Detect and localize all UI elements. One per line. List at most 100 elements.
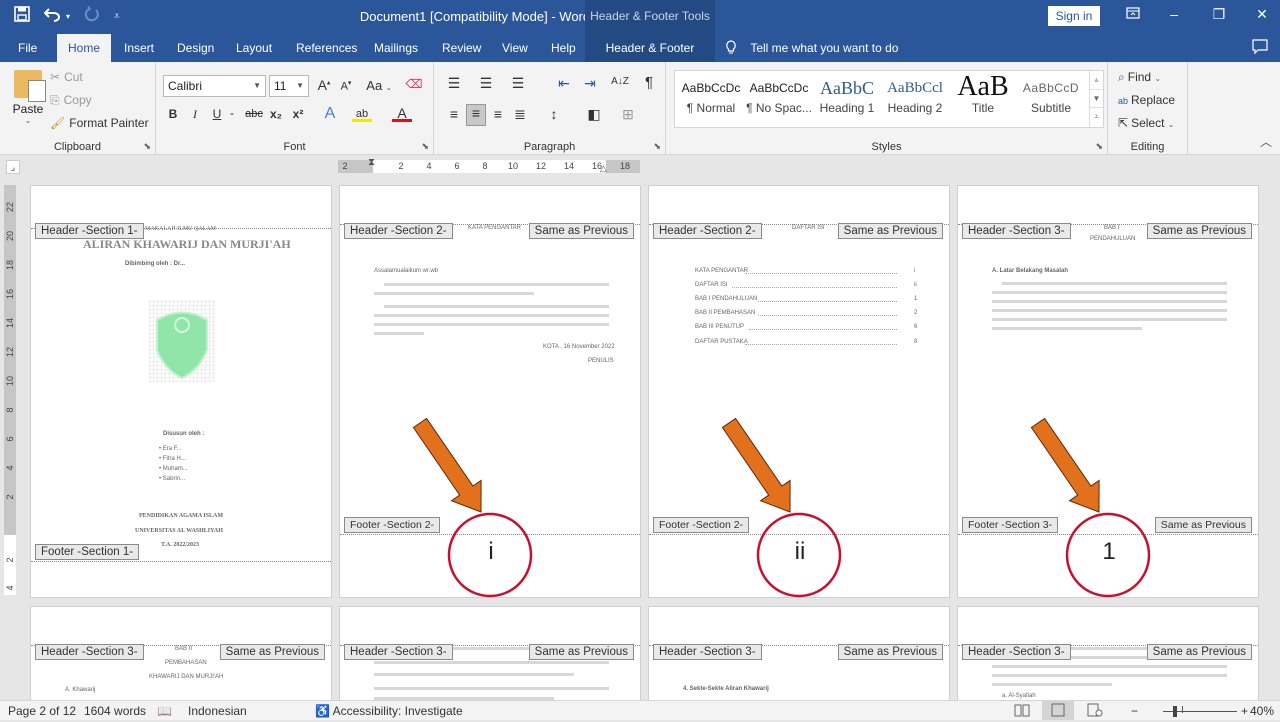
font-launcher-icon[interactable]: ⬊ <box>421 141 429 152</box>
vertical-ruler[interactable]: 22 20 18 16 14 12 10 8 6 4 2 2 4 <box>4 185 16 595</box>
decrease-indent-icon[interactable]: ⇤ <box>554 75 574 92</box>
zoom-slider-thumb[interactable] <box>1173 706 1178 717</box>
styles-launcher-icon[interactable]: ⬊ <box>1095 141 1103 152</box>
clear-formatting-icon[interactable]: ⌫ <box>404 77 424 91</box>
page-3[interactable]: Header -Section 2- Same as Previous DAFT… <box>648 185 950 598</box>
gallery-scroll-down-icon[interactable]: ▼ <box>1090 90 1103 109</box>
page-4[interactable]: Header -Section 3- Same as Previous BAB … <box>957 185 1259 598</box>
shading-icon[interactable]: ◧ <box>584 106 604 123</box>
highlight-color-icon[interactable]: ab <box>352 106 372 122</box>
increase-indent-icon[interactable]: ⇥ <box>580 75 600 92</box>
show-formatting-icon[interactable]: ¶ <box>639 74 659 91</box>
read-mode-icon[interactable] <box>1014 703 1030 720</box>
subscript-button[interactable]: x₂ <box>266 107 286 121</box>
accessibility-status[interactable]: ♿ Accessibility: Investigate <box>315 704 463 718</box>
style-no-spacing[interactable]: AaBbCcDc ¶ No Spac... <box>745 71 813 127</box>
page-2[interactable]: Header -Section 2- Same as Previous KATA… <box>339 185 641 598</box>
tell-me-search[interactable]: Tell me what you want to do <box>725 34 898 62</box>
tab-mailings[interactable]: Mailings <box>366 34 426 62</box>
print-layout-button[interactable] <box>1042 701 1074 720</box>
tab-home[interactable]: Home <box>57 34 111 62</box>
justify-icon[interactable]: ≣ <box>510 106 530 123</box>
style-heading-1[interactable]: AaBbC Heading 1 <box>813 71 881 127</box>
page-number[interactable]: ii <box>770 538 830 566</box>
toc-entry[interactable]: DAFTAR ISI <box>695 282 728 288</box>
borders-icon[interactable]: ⊞ <box>618 106 638 123</box>
change-case-button[interactable]: Aa ⌄ <box>363 78 395 93</box>
toc-entry[interactable]: BAB II PEMBAHASAN <box>695 310 755 316</box>
clipboard-launcher-icon[interactable]: ⬊ <box>143 141 151 152</box>
text-effects-icon[interactable]: A <box>320 105 340 123</box>
style-heading-2[interactable]: AaBbCcl Heading 2 <box>881 71 949 127</box>
proofing-icon[interactable]: 📖 <box>157 704 172 718</box>
collapse-ribbon-icon[interactable]: ︿ <box>1260 133 1272 150</box>
page-8[interactable]: a. Al-Syafiah Header -Section 3- Same as… <box>957 606 1259 706</box>
restore-button[interactable]: ❐ <box>1207 6 1231 23</box>
font-color-icon[interactable]: A <box>392 105 412 122</box>
close-button[interactable]: ✕ <box>1250 6 1274 23</box>
ribbon-display-options-icon[interactable] <box>1121 6 1145 22</box>
language-status[interactable]: Indonesian <box>188 704 247 718</box>
font-name-select[interactable]: Calibri ▼ <box>163 75 266 97</box>
page-number[interactable]: i <box>461 538 521 566</box>
select-button[interactable]: ⇱ Select ⌄ <box>1118 116 1174 130</box>
paragraph-launcher-icon[interactable]: ⬊ <box>653 141 661 152</box>
strikethrough-button[interactable]: abc <box>244 108 264 120</box>
tab-help[interactable]: Help <box>543 34 584 62</box>
style-normal[interactable]: AaBbCcDc ¶ Normal <box>677 71 745 127</box>
comments-icon[interactable] <box>1252 39 1268 59</box>
tab-review[interactable]: Review <box>434 34 489 62</box>
word-count-status[interactable]: 1604 words <box>84 704 146 718</box>
web-layout-icon[interactable] <box>1087 703 1103 720</box>
page-1[interactable]: Header -Section 1- MAKALAH ILMU QALAM AL… <box>30 185 332 598</box>
align-right-icon[interactable]: ≡ <box>488 106 508 122</box>
tab-selector[interactable]: ⌟ <box>6 160 20 174</box>
tab-header-footer[interactable]: Header & Footer <box>585 34 715 62</box>
style-title[interactable]: AaB Title <box>949 71 1017 127</box>
align-center-icon[interactable]: ≡ <box>466 104 486 126</box>
tab-design[interactable]: Design <box>169 34 222 62</box>
tab-view[interactable]: View <box>494 34 536 62</box>
numbering-icon[interactable]: ☰ <box>476 75 496 92</box>
paste-button[interactable]: Paste ⌄ <box>10 70 46 125</box>
line-spacing-icon[interactable]: ↕ <box>544 106 564 122</box>
zoom-out-button[interactable]: − <box>1131 704 1138 718</box>
grow-font-button[interactable]: A▴ <box>314 77 334 93</box>
page-number[interactable]: 1 <box>1079 538 1139 566</box>
superscript-button[interactable]: x² <box>288 107 308 121</box>
tab-insert[interactable]: Insert <box>116 34 162 62</box>
find-button[interactable]: ⌕ Find ⌄ <box>1118 70 1161 85</box>
gallery-scroll-up-icon[interactable]: ▲ <box>1090 71 1103 90</box>
font-size-select[interactable]: 11 ▼ <box>269 75 309 97</box>
page-5[interactable]: Header -Section 3- Same as Previous BAB … <box>30 606 332 706</box>
toc-entry[interactable]: BAB III PENUTUP <box>695 324 744 330</box>
zoom-in-button[interactable]: + <box>1241 704 1248 718</box>
toc-entry[interactable]: BAB I PENDAHULUAN <box>695 296 757 302</box>
bullets-icon[interactable]: ☰ <box>444 75 464 92</box>
gallery-more-icon[interactable]: ⩡ <box>1090 108 1103 127</box>
align-left-icon[interactable]: ≡ <box>444 106 464 122</box>
underline-dropdown-icon[interactable]: ⌄ <box>222 108 242 117</box>
right-indent-marker-icon[interactable]: △ <box>600 163 607 174</box>
italic-button[interactable]: I <box>185 107 205 122</box>
zoom-level[interactable]: 40% <box>1250 704 1274 718</box>
toc-entry[interactable]: DAFTAR PUSTAKA <box>695 339 748 345</box>
multilevel-list-icon[interactable]: ☰ <box>508 75 528 92</box>
sign-in-button[interactable]: Sign in <box>1048 6 1100 26</box>
page-6[interactable]: Header -Section 3- Same as Previous <box>339 606 641 706</box>
sort-icon[interactable]: A↓Z <box>610 76 630 87</box>
indent-marker-icon[interactable]: ⧗ <box>368 157 375 168</box>
replace-button[interactable]: ab Replace <box>1118 93 1175 107</box>
minimize-button[interactable]: – <box>1162 6 1186 22</box>
page-7[interactable]: Header -Section 3- Same as Previous 4. S… <box>648 606 950 706</box>
shrink-font-button[interactable]: A▾ <box>336 79 356 93</box>
horizontal-ruler[interactable]: 2 2 4 6 8 10 12 14 16 18 ⧗ △ <box>338 157 640 174</box>
format-painter-button[interactable]: 🖌 Format Painter <box>50 116 149 130</box>
style-subtitle[interactable]: AaBbCcD Subtitle <box>1017 71 1085 127</box>
toc-entry[interactable]: KATA PENGANTAR <box>695 268 748 274</box>
tab-references[interactable]: References <box>288 34 365 62</box>
page-count-status[interactable]: Page 2 of 12 <box>8 704 76 718</box>
bold-button[interactable]: B <box>163 107 183 121</box>
tab-layout[interactable]: Layout <box>228 34 280 62</box>
tab-file[interactable]: File <box>10 34 45 62</box>
